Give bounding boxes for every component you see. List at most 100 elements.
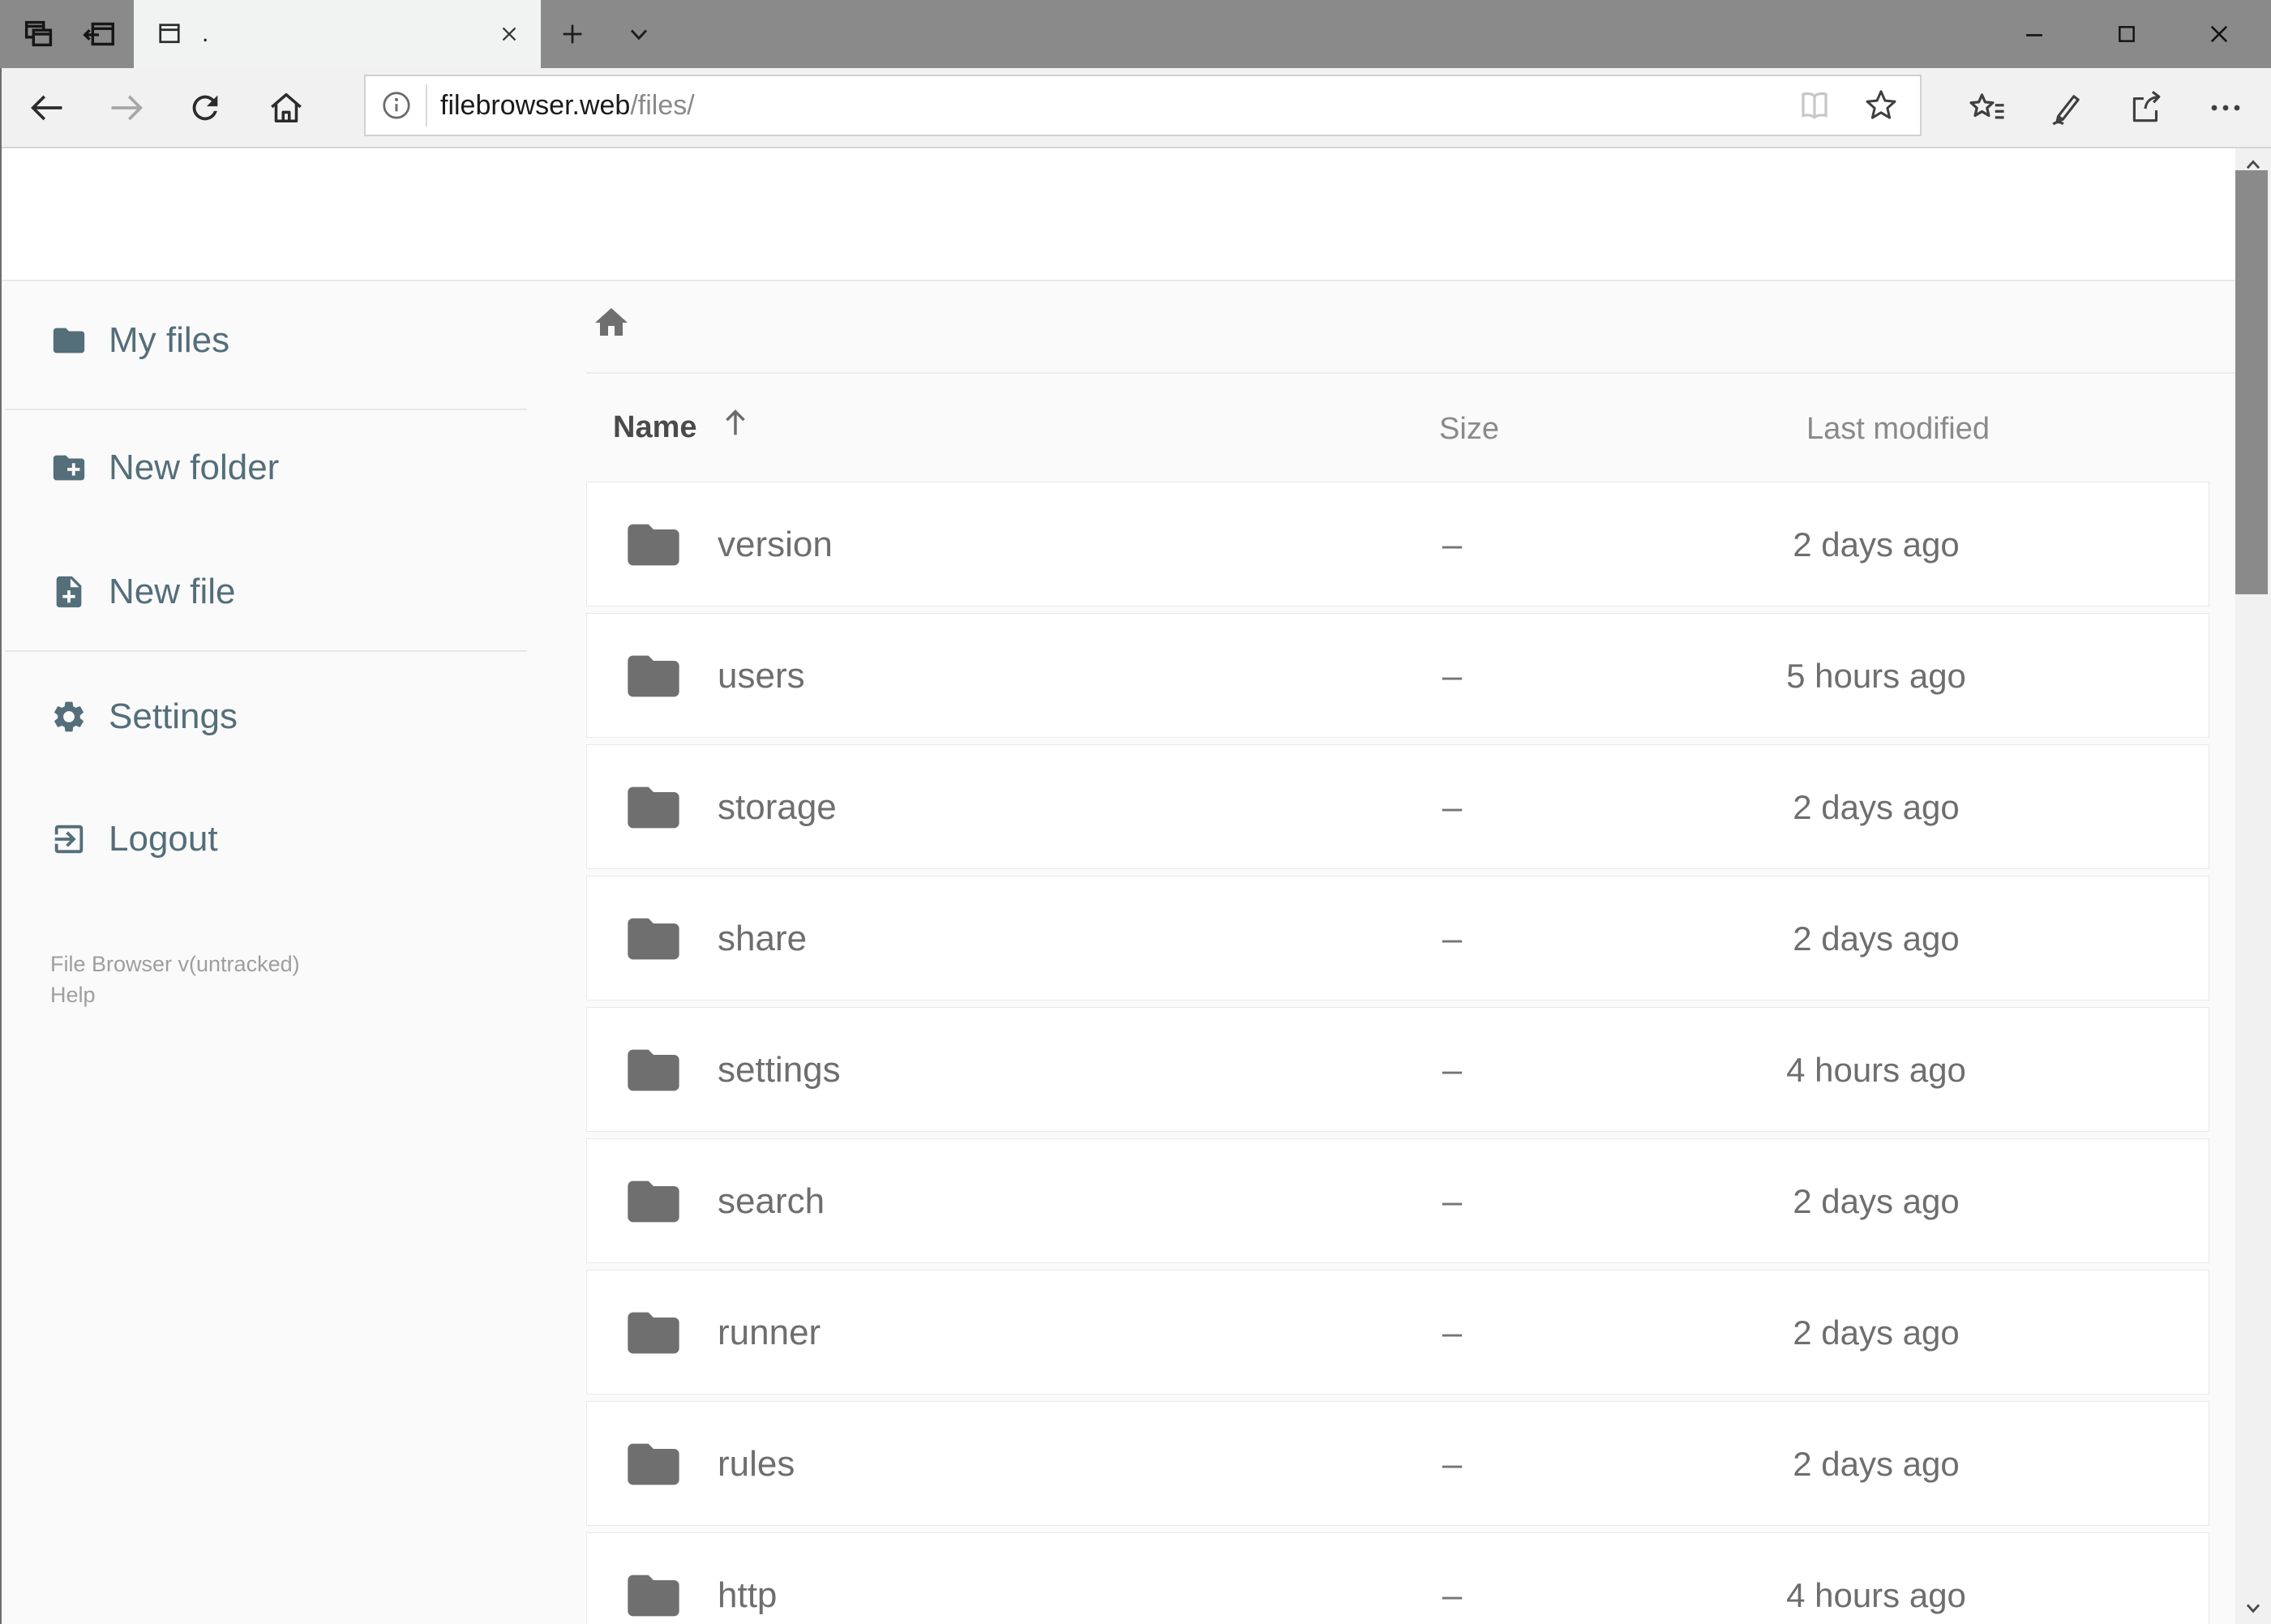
refresh-button[interactable] (169, 68, 241, 147)
file-size: – (1442, 1050, 1463, 1090)
favorites-hub-icon[interactable] (1952, 68, 2023, 147)
file-size: – (1442, 1313, 1463, 1352)
file-row[interactable]: search – 2 days ago (586, 1138, 2209, 1263)
sidebar-item-label: Settings (109, 696, 238, 736)
file-modified: 2 days ago (1793, 525, 1960, 563)
file-row[interactable]: storage – 2 days ago (586, 744, 2209, 869)
address-separator (426, 84, 427, 126)
breadcrumb-home-icon[interactable] (592, 303, 631, 342)
folder-icon (623, 777, 684, 838)
file-row[interactable]: rules – 2 days ago (586, 1401, 2209, 1526)
folder-icon (623, 1302, 684, 1364)
file-modified: 2 days ago (1793, 1445, 1960, 1483)
scrollbar-thumb[interactable] (2235, 170, 2268, 594)
file-listing: version – 2 days ago users – 5 hours ago… (586, 482, 2209, 1624)
file-row[interactable]: version – 2 days ago (586, 482, 2209, 606)
sidebar-divider (5, 650, 527, 652)
window-minimize-button[interactable] (1996, 0, 2072, 68)
folder-icon (623, 1565, 684, 1624)
window-close-button[interactable] (2181, 0, 2257, 68)
url-text[interactable]: filebrowser.web/files/ (440, 90, 1795, 122)
file-name: http (718, 1575, 778, 1615)
window-border (0, 68, 2, 1624)
app-version-text: File Browser v(untracked) (50, 952, 300, 976)
file-size: – (1442, 1181, 1463, 1221)
file-name: settings (718, 1050, 841, 1090)
folder-icon (623, 908, 684, 970)
titlebar: . (0, 0, 2271, 68)
app-header (0, 148, 2271, 281)
sidebar-item-my-files[interactable]: My files (0, 305, 568, 376)
sidebar-item-label: New file (109, 572, 236, 611)
set-tabs-aside-icon[interactable] (76, 0, 122, 68)
file-row[interactable]: settings – 4 hours ago (586, 1007, 2209, 1132)
browser-tab[interactable]: . (134, 0, 541, 68)
reading-view-icon[interactable] (1795, 86, 1834, 125)
sidebar-item-settings[interactable]: Settings (0, 681, 568, 752)
help-link[interactable]: Help (50, 979, 300, 1010)
column-header-modified[interactable]: Last modified (1776, 412, 2020, 447)
share-icon[interactable] (2110, 68, 2182, 147)
file-size: – (1442, 656, 1463, 696)
tabs-set-aside-view-icon[interactable] (16, 0, 62, 68)
column-header-size[interactable]: Size (1388, 412, 1550, 447)
file-row[interactable]: share – 2 days ago (586, 876, 2209, 1001)
file-size: – (1442, 919, 1463, 958)
folder-icon (623, 1039, 684, 1101)
sidebar-item-logout[interactable]: Logout (0, 803, 568, 875)
folder-icon (623, 1171, 684, 1232)
window-maximize-button[interactable] (2089, 0, 2165, 68)
file-name: rules (718, 1444, 795, 1484)
file-name: share (718, 919, 808, 958)
file-modified: 4 hours ago (1786, 1051, 1966, 1089)
sidebar-item-new-folder[interactable]: New folder (0, 432, 568, 503)
file-size: – (1442, 1575, 1463, 1615)
column-header-name[interactable]: Name (613, 410, 697, 445)
file-modified: 2 days ago (1793, 788, 1960, 826)
file-name: search (718, 1181, 825, 1221)
file-modified: 2 days ago (1793, 1182, 1960, 1220)
sidebar-item-label: New folder (109, 448, 280, 487)
folder-icon (623, 514, 684, 576)
sidebar-footer: File Browser v(untracked) Help (50, 949, 300, 1010)
new-tab-button[interactable] (550, 0, 595, 68)
file-name: users (718, 656, 805, 696)
folder-icon (623, 645, 684, 707)
new-folder-icon (50, 449, 88, 486)
favorites-star-icon[interactable] (1862, 86, 1900, 125)
sidebar-item-new-file[interactable]: New file (0, 556, 568, 628)
sort-ascending-arrow-icon[interactable] (717, 404, 754, 445)
more-options-icon[interactable] (2190, 68, 2261, 147)
annotate-pen-icon[interactable] (2031, 68, 2102, 147)
scrollbar-up-arrow[interactable] (2235, 148, 2271, 181)
browser-window: . filebrowser.web/files/ Search... My fi… (0, 0, 2271, 1624)
address-bar[interactable]: filebrowser.web/files/ (364, 75, 1922, 136)
forward-button[interactable] (91, 68, 162, 147)
scrollbar-down-arrow[interactable] (2235, 1592, 2271, 1624)
file-size: – (1442, 787, 1463, 827)
file-modified: 5 hours ago (1786, 657, 1966, 695)
file-modified: 2 days ago (1793, 1313, 1960, 1352)
file-size: – (1442, 525, 1463, 564)
url-host: filebrowser.web (440, 89, 631, 121)
tab-close-icon[interactable] (497, 22, 521, 46)
file-name: storage (718, 787, 837, 827)
back-button[interactable] (11, 68, 83, 147)
file-row[interactable]: http – 4 hours ago (586, 1532, 2209, 1624)
site-info-icon[interactable] (379, 88, 414, 123)
tab-favicon-icon (155, 19, 184, 49)
file-modified: 2 days ago (1793, 919, 1960, 958)
file-modified: 4 hours ago (1786, 1576, 1966, 1614)
logout-icon (50, 821, 88, 858)
tab-list-chevron-icon[interactable] (615, 0, 663, 68)
file-row[interactable]: runner – 2 days ago (586, 1270, 2209, 1395)
file-name: runner (718, 1313, 821, 1352)
file-row[interactable]: users – 5 hours ago (586, 613, 2209, 738)
url-path: /files/ (630, 89, 695, 121)
file-name: version (718, 525, 833, 564)
home-button[interactable] (251, 68, 322, 147)
sidebar-item-label: My files (109, 320, 230, 360)
sidebar-divider (5, 409, 527, 410)
new-file-icon (50, 573, 88, 611)
tab-title: . (202, 20, 209, 47)
